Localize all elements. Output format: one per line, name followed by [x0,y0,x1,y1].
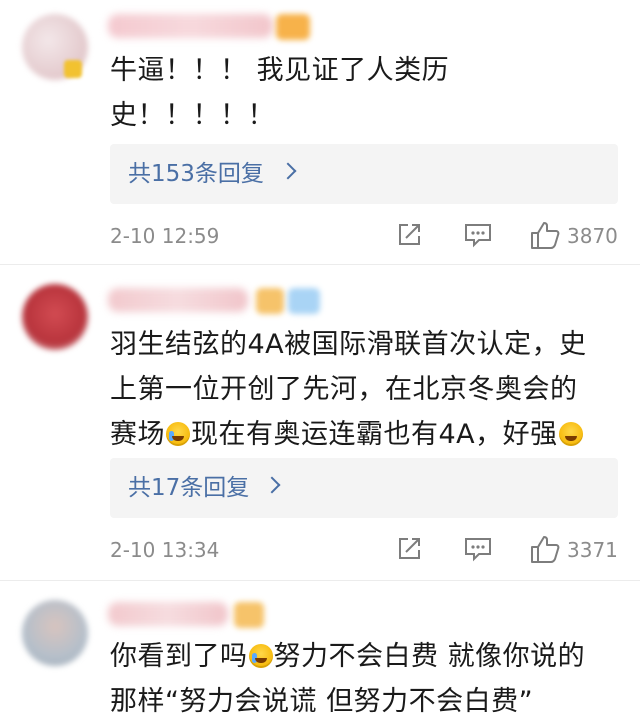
avatar[interactable] [22,600,88,666]
crying-face-icon [248,644,273,668]
comment-text: 你看到了吗 努力不会白费 就像你说的 那样“努力会说谎 但努力不会白费” [110,634,615,724]
username[interactable] [108,602,228,626]
comment-item: 你看到了吗 努力不会白费 就像你说的 那样“努力会说谎 但努力不会白费” [0,0,640,725]
user-level-badge [234,602,264,628]
text-segment: 努力不会白费 就像你说的 [273,641,586,672]
text-segment: 你看到了吗 [110,641,248,672]
comment-text-line: 那样“努力会说谎 但努力不会白费” [110,686,534,717]
comment-text-line: 你看到了吗 努力不会白费 就像你说的 [110,634,615,679]
